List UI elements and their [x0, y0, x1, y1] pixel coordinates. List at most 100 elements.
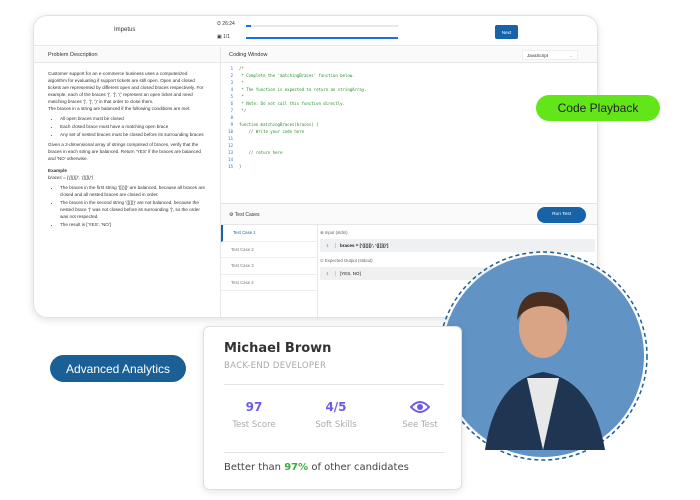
soft-skills-label: Soft Skills — [315, 420, 357, 430]
code-line: 3 * — [221, 79, 597, 86]
code-line: 12 — [221, 142, 597, 149]
explanation: The result is ['YES', 'NO'] — [60, 221, 206, 228]
code-text: * — [239, 94, 244, 99]
test-cases-icon: ⚙ — [229, 212, 234, 218]
timer: ⏱ 26:24 — [217, 21, 235, 27]
line-number: 14 — [228, 157, 233, 162]
problem-description: Customer support for an e-commerce busin… — [34, 63, 221, 317]
timer-progress — [246, 25, 398, 27]
question-count: 1/1 — [223, 34, 231, 40]
code-text: function matchingBraces(braces) { — [239, 122, 319, 127]
line-number: 4 — [230, 87, 233, 92]
problem-text: Customer support for an e-commerce busin… — [48, 71, 204, 104]
output-label: Expected Output (stdout) — [324, 258, 373, 263]
output-value: [YES, NO] — [340, 271, 361, 276]
candidate-name: Michael Brown — [224, 341, 332, 356]
eye-icon — [380, 400, 460, 416]
test-score-value: 97 — [245, 400, 263, 414]
code-editor[interactable]: 1 /* 2 * Complete the 'matchingBraces' fun… — [221, 63, 597, 203]
tab-test-case-1[interactable]: Test Case 1 — [221, 225, 317, 242]
code-line: 14 — [221, 156, 597, 163]
code-text: * Note: Do not call this function direct… — [239, 101, 345, 106]
see-test-button[interactable]: See Test — [380, 400, 460, 430]
line-number: 12 — [228, 143, 233, 148]
code-line: 15} — [221, 163, 597, 170]
tab-test-case-4[interactable]: Test Case 4 — [221, 275, 317, 291]
output-icon: ⊙ — [320, 258, 324, 263]
soft-skills-value: 4/5 — [325, 400, 347, 414]
timer-value: 26:24 — [222, 21, 235, 27]
test-score-stat: 97 Test Score — [214, 400, 294, 430]
line-number: 6 — [230, 101, 233, 106]
question-progress-fill — [246, 37, 398, 39]
line-number: 8 — [230, 115, 233, 120]
problem-text: Given a 2-dimensional array of strings c… — [48, 142, 201, 161]
divider — [224, 452, 444, 453]
language-select[interactable]: JavaScript ⌄ — [522, 50, 578, 60]
candidate-card: Michael Brown BACK-END DEVELOPER 97 Test … — [203, 326, 462, 490]
input-value: braces = ['{[()]}', '{[(])}'] — [340, 243, 389, 248]
example-title: Example — [48, 168, 67, 173]
code-line: 2 * Complete the 'matchingBraces' functi… — [221, 72, 597, 79]
logo: Impetus — [114, 27, 136, 33]
code-text: /* — [239, 66, 244, 71]
condition: Any set of nested braces must be closed … — [60, 131, 206, 138]
input-icon: ⊗ — [320, 230, 324, 235]
test-cases-title: Test Cases — [234, 212, 260, 218]
explanation: The braces in the first string '{[()]}' … — [60, 184, 206, 198]
chevron-down-icon: ⌄ — [569, 53, 573, 58]
run-test-button[interactable]: Run Test — [537, 207, 586, 223]
divider — [224, 384, 444, 385]
advanced-analytics-badge: Advanced Analytics — [50, 355, 186, 382]
question-counter: ▣ 1/1 — [217, 34, 231, 40]
code-text: * — [239, 80, 244, 85]
percentile-suffix: of other candidates — [308, 462, 409, 473]
language-value: JavaScript — [527, 53, 549, 58]
test-cases-header: ⚙ Test Cases Run Test — [221, 203, 597, 225]
code-line: 9 function matchingBraces(braces) { — [221, 121, 597, 128]
line-number: 13 — [228, 150, 233, 155]
tab-test-case-2[interactable]: Test Case 2 — [221, 242, 317, 258]
code-line: 13 // return here — [221, 149, 597, 156]
example-value: braces = ['{[()]}', '{[(])}'] — [48, 175, 93, 180]
code-line: 11 — [221, 135, 597, 142]
percentile-text: Better than 97% of other candidates — [224, 462, 409, 473]
code-line: 10 // Write your code here — [221, 128, 597, 135]
code-line: 1 /* — [221, 65, 597, 72]
explanations-list: The braces in the first string '{[()]}' … — [48, 184, 206, 228]
code-playback-badge: Code Playback — [536, 95, 660, 121]
code-text: // Write your code here — [239, 129, 305, 134]
candidate-role: BACK-END DEVELOPER — [224, 361, 327, 371]
condition: All open braces must be closed — [60, 115, 206, 122]
condition: Each closed brace must have a matching o… — [60, 123, 206, 130]
line-number: 9 — [230, 122, 233, 127]
code-text: */ — [239, 108, 247, 113]
percentile-value: 97% — [284, 462, 309, 473]
next-button[interactable]: Next — [495, 25, 518, 39]
problem-header: Problem Description — [34, 47, 221, 63]
line-number: 5 — [230, 94, 233, 99]
input-label: Input (stdin) — [324, 230, 348, 235]
line-number: 10 — [228, 129, 233, 134]
code-text: * Complete the 'matchingBraces' function… — [239, 73, 355, 78]
line-number: 15 — [228, 164, 233, 169]
header: Impetus ⏱ 26:24 ▣ 1/1 Next — [34, 16, 597, 46]
input-section: ⊗ Input (stdin) 1 braces = ['{[()]}', '{[… — [320, 230, 595, 252]
code-text: * The function is expected to return an … — [239, 87, 367, 92]
percentile-prefix: Better than — [224, 462, 285, 473]
question-progress — [246, 37, 398, 39]
test-case-tabs: Test Case 1 Test Case 2 Test Case 3 Test… — [221, 225, 318, 317]
candidate-photo — [438, 251, 648, 461]
conditions-list: All open braces must be closed Each clos… — [48, 115, 206, 138]
tab-test-case-3[interactable]: Test Case 3 — [221, 258, 317, 275]
code-text: } — [239, 164, 242, 169]
problem-text: The braces in a string are balanced if t… — [48, 106, 191, 111]
soft-skills-stat: 4/5 Soft Skills — [296, 400, 376, 430]
code-text: // return here — [239, 150, 283, 155]
line-number: 1 — [230, 66, 233, 71]
code-line: 4 * The function is expected to return a… — [221, 86, 597, 93]
line-number: 3 — [230, 80, 233, 85]
test-score-label: Test Score — [232, 420, 276, 430]
see-test-label: See Test — [402, 420, 438, 430]
line-number: 7 — [230, 108, 233, 113]
